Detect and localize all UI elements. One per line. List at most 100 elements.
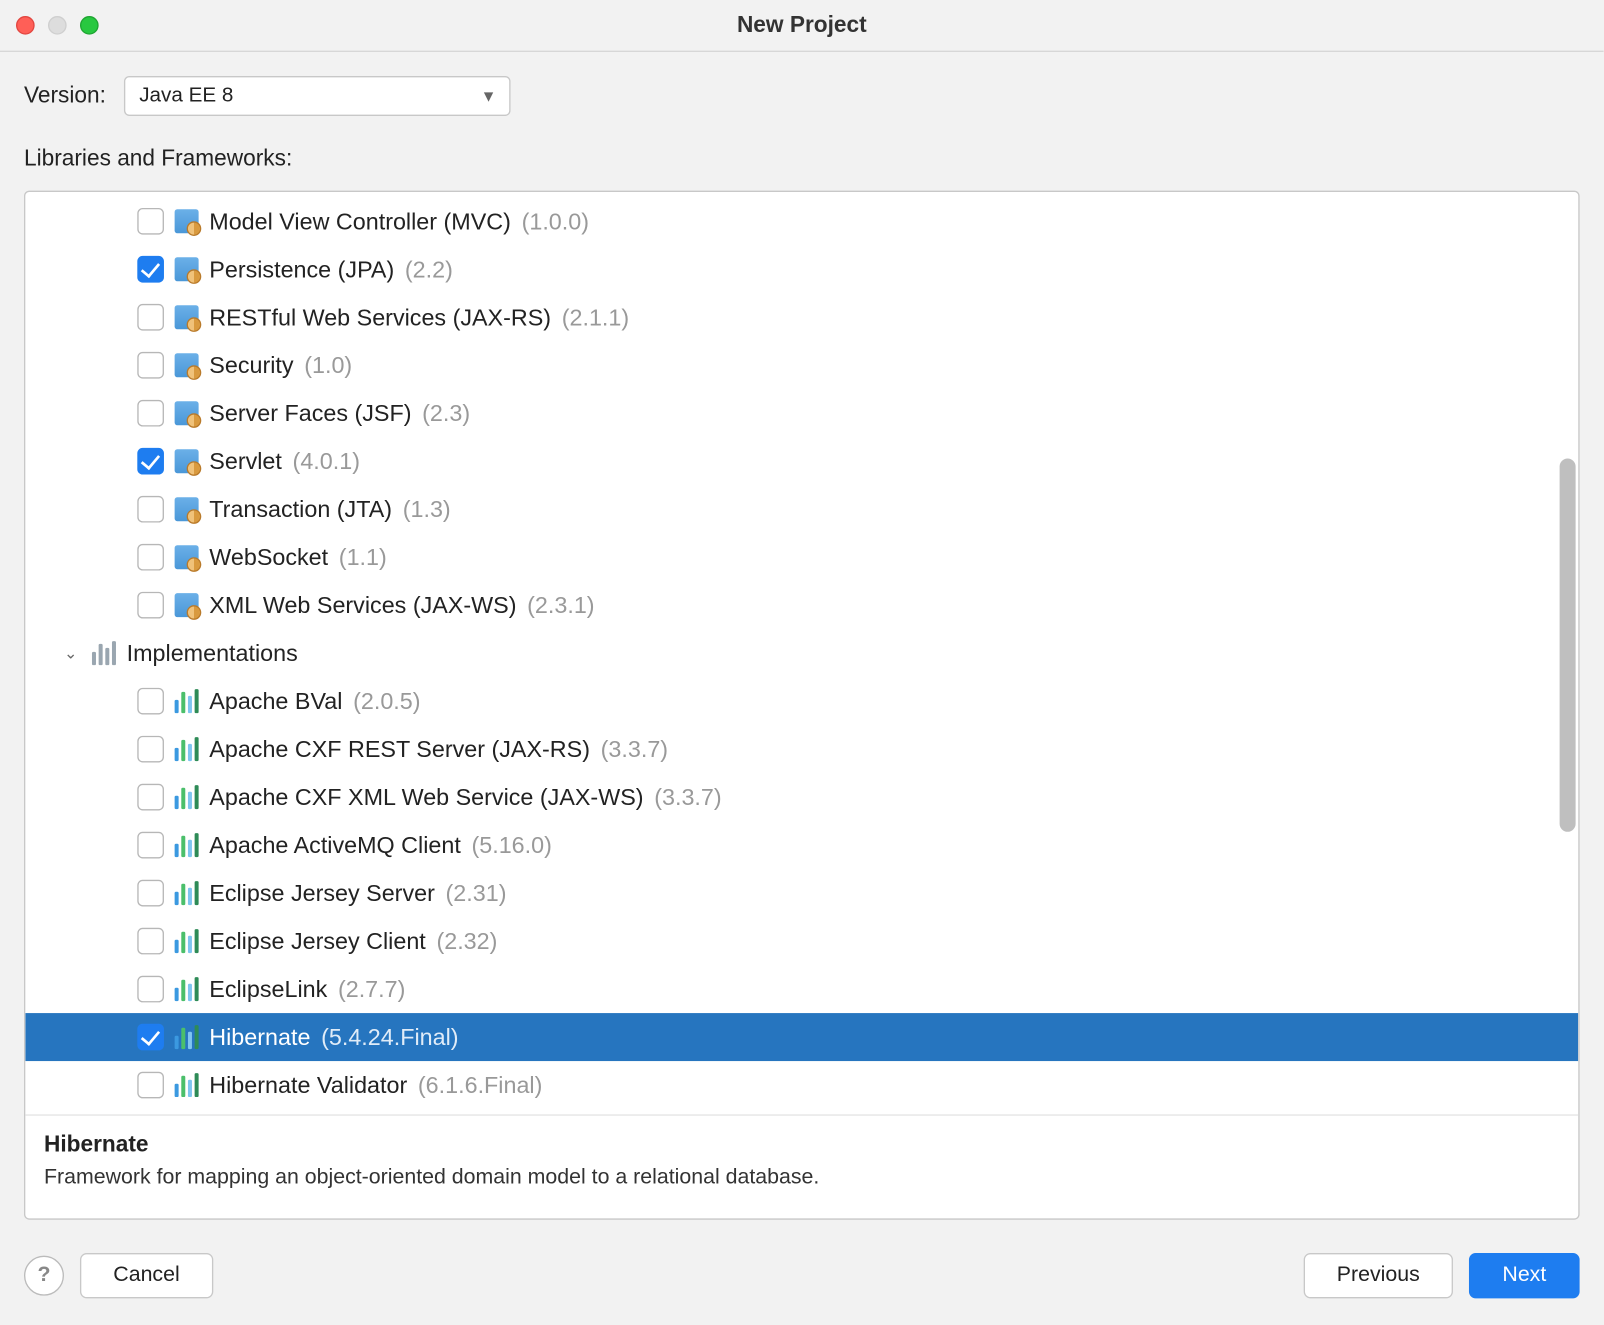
library-row[interactable]: Servlet (4.0.1) xyxy=(25,438,1578,486)
version-select[interactable]: Java EE 8 ▼ xyxy=(125,77,512,117)
scrollbar-thumb[interactable] xyxy=(1560,459,1576,832)
checkbox[interactable] xyxy=(137,401,164,428)
checkbox[interactable] xyxy=(137,353,164,380)
library-version: (1.0.0) xyxy=(522,208,589,236)
library-version: (2.31) xyxy=(446,880,507,908)
library-row[interactable]: Persistence (JPA) (2.2) xyxy=(25,246,1578,294)
next-button[interactable]: Next xyxy=(1469,1253,1580,1298)
libraries-list-panel: Model View Controller (MVC) (1.0.0)Persi… xyxy=(24,191,1580,1220)
library-row[interactable]: Model View Controller (MVC) (1.0.0) xyxy=(25,198,1578,246)
library-row[interactable]: Apache CXF REST Server (JAX-RS) (3.3.7) xyxy=(25,726,1578,774)
library-version: (2.0.5) xyxy=(353,688,420,716)
library-bars-icon xyxy=(175,882,199,906)
dialog-footer: ? Cancel Previous Next xyxy=(0,1244,1604,1325)
library-name: Security xyxy=(209,352,293,380)
library-bars-icon xyxy=(175,1026,199,1050)
library-row[interactable]: Apache BVal (2.0.5) xyxy=(25,678,1578,726)
library-row[interactable]: WebSocket (1.1) xyxy=(25,534,1578,582)
implementations-group-row[interactable]: ⌄Implementations xyxy=(25,630,1578,678)
library-name: Server Faces (JSF) xyxy=(209,400,411,428)
libraries-tree[interactable]: Model View Controller (MVC) (1.0.0)Persi… xyxy=(25,193,1578,1115)
library-version: (3.3.7) xyxy=(654,784,721,812)
library-name: Transaction (JTA) xyxy=(209,496,392,524)
spec-file-icon xyxy=(175,258,199,282)
description-body: Framework for mapping an object-oriented… xyxy=(44,1167,1560,1191)
description-panel: Hibernate Framework for mapping an objec… xyxy=(25,1115,1578,1219)
close-window-button[interactable] xyxy=(16,16,35,35)
library-version: (4.0.1) xyxy=(293,448,360,476)
library-row[interactable]: Hibernate Validator (6.1.6.Final) xyxy=(25,1062,1578,1110)
window-controls xyxy=(16,16,99,35)
library-version: (2.3.1) xyxy=(527,592,594,620)
spec-file-icon xyxy=(175,210,199,234)
version-selected-value: Java EE 8 xyxy=(139,85,233,109)
cancel-button[interactable]: Cancel xyxy=(80,1253,213,1298)
version-label: Version: xyxy=(24,83,106,110)
library-bars-icon xyxy=(175,1074,199,1098)
library-name: RESTful Web Services (JAX-RS) xyxy=(209,304,551,332)
library-version: (6.1.6.Final) xyxy=(418,1072,542,1100)
checkbox[interactable] xyxy=(137,305,164,332)
library-row[interactable]: RESTful Web Services (JAX-RS) (2.1.1) xyxy=(25,294,1578,342)
checkbox[interactable] xyxy=(137,592,164,619)
library-row[interactable]: Transaction (JTA) (1.3) xyxy=(25,486,1578,534)
checkbox[interactable] xyxy=(137,497,164,524)
checkbox[interactable] xyxy=(137,736,164,763)
chevron-down-icon: ▼ xyxy=(481,87,497,106)
library-version: (5.4.24.Final) xyxy=(321,1024,458,1052)
library-row[interactable]: Hibernate (5.4.24.Final) xyxy=(25,1014,1578,1062)
checkbox[interactable] xyxy=(137,1024,164,1051)
library-version: (2.1.1) xyxy=(562,304,629,332)
help-button[interactable]: ? xyxy=(24,1255,64,1295)
library-bars-icon xyxy=(175,786,199,810)
library-name: Eclipse Jersey Server xyxy=(209,880,435,908)
library-name: Apache CXF REST Server (JAX-RS) xyxy=(209,736,590,764)
library-name: Persistence (JPA) xyxy=(209,256,394,284)
library-name: Eclipse Jersey Client xyxy=(209,928,426,956)
checkbox[interactable] xyxy=(137,257,164,284)
spec-file-icon xyxy=(175,450,199,474)
library-version: (5.16.0) xyxy=(471,832,551,860)
chevron-down-icon[interactable]: ⌄ xyxy=(60,644,81,663)
library-bars-icon xyxy=(175,930,199,954)
checkbox[interactable] xyxy=(137,1072,164,1099)
library-row[interactable]: EclipseLink (2.7.7) xyxy=(25,966,1578,1014)
checkbox[interactable] xyxy=(137,209,164,236)
implementations-group-icon xyxy=(92,642,116,666)
library-name: Apache CXF XML Web Service (JAX-WS) xyxy=(209,784,643,812)
zoom-window-button[interactable] xyxy=(80,16,99,35)
checkbox[interactable] xyxy=(137,832,164,859)
library-name: Model View Controller (MVC) xyxy=(209,208,511,236)
library-version: (1.1) xyxy=(339,544,387,572)
spec-file-icon xyxy=(175,306,199,330)
library-row[interactable]: XML Web Services (JAX-WS) (2.3.1) xyxy=(25,582,1578,630)
previous-button[interactable]: Previous xyxy=(1303,1253,1453,1298)
checkbox[interactable] xyxy=(137,688,164,715)
library-bars-icon xyxy=(175,834,199,858)
checkbox[interactable] xyxy=(137,880,164,907)
library-row[interactable]: Eclipse Jersey Server (2.31) xyxy=(25,870,1578,918)
library-row[interactable]: Eclipse Jersey Client (2.32) xyxy=(25,918,1578,966)
library-row[interactable]: Server Faces (JSF) (2.3) xyxy=(25,390,1578,438)
library-name: Apache BVal xyxy=(209,688,342,716)
library-name: EclipseLink xyxy=(209,976,327,1004)
checkbox[interactable] xyxy=(137,784,164,811)
library-version: (2.2) xyxy=(405,256,453,284)
library-bars-icon xyxy=(175,978,199,1002)
library-name: XML Web Services (JAX-WS) xyxy=(209,592,516,620)
checkbox[interactable] xyxy=(137,928,164,955)
checkbox[interactable] xyxy=(137,976,164,1003)
library-row[interactable]: Apache ActiveMQ Client (5.16.0) xyxy=(25,822,1578,870)
spec-file-icon xyxy=(175,354,199,378)
spec-file-icon xyxy=(175,546,199,570)
description-title: Hibernate xyxy=(44,1132,1560,1159)
library-name: Hibernate Validator xyxy=(209,1072,407,1100)
checkbox[interactable] xyxy=(137,449,164,476)
checkbox[interactable] xyxy=(137,544,164,571)
minimize-window-button[interactable] xyxy=(48,16,67,35)
library-version: (2.32) xyxy=(436,928,497,956)
library-name: Apache ActiveMQ Client xyxy=(209,832,461,860)
library-row[interactable]: Security (1.0) xyxy=(25,342,1578,390)
library-row[interactable]: Apache CXF XML Web Service (JAX-WS) (3.3… xyxy=(25,774,1578,822)
titlebar: New Project xyxy=(0,0,1604,53)
